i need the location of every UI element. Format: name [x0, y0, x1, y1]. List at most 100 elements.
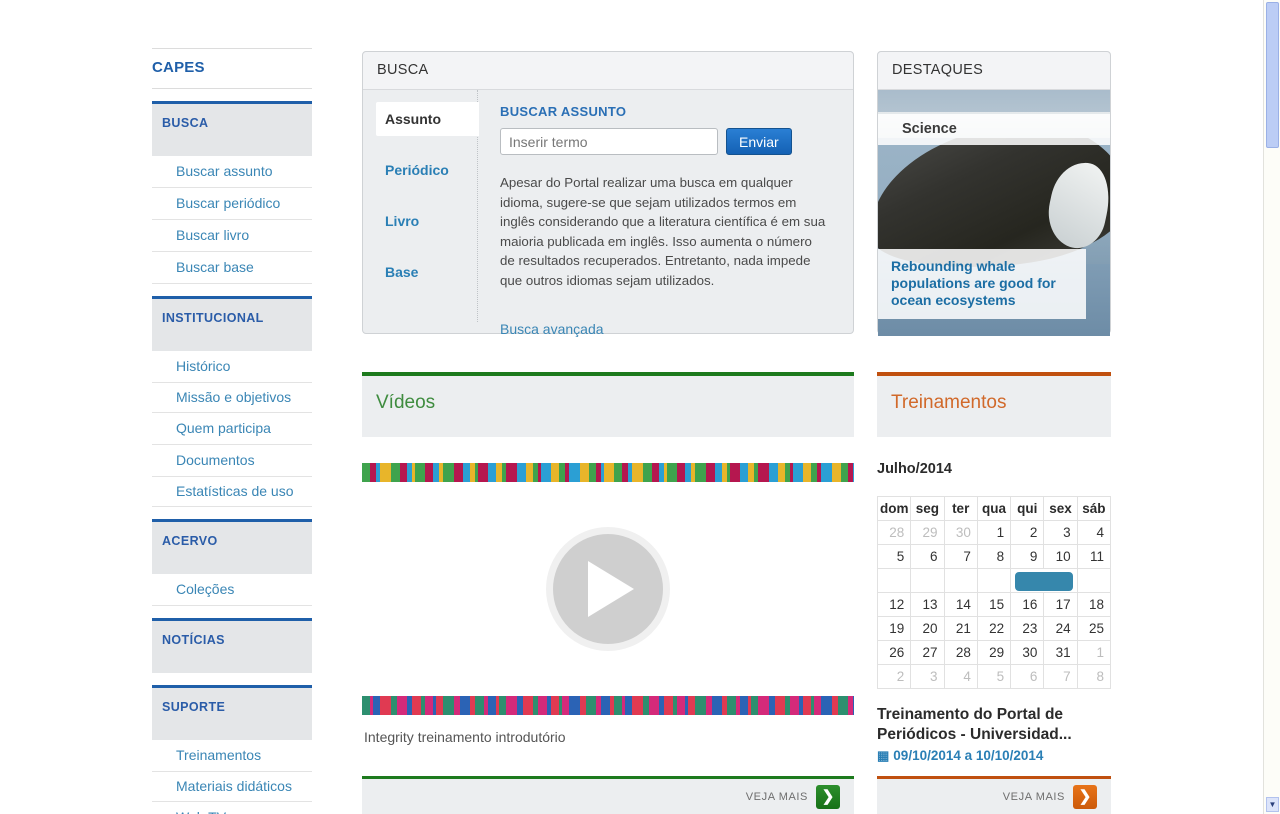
calendar-day[interactable]: 28 [876, 520, 912, 545]
calendar-day[interactable]: 3 [1043, 520, 1078, 545]
highlight-image[interactable]: Science Rebounding whale populations are… [878, 90, 1110, 336]
page-scrollbar[interactable]: ▼ [1263, 0, 1280, 814]
calendar-day[interactable]: 8 [1076, 664, 1112, 689]
calendar-day[interactable]: 4 [1076, 520, 1112, 545]
calendar-day[interactable]: 19 [876, 616, 912, 641]
sidebar-item-buscar-livro[interactable]: Buscar livro [152, 220, 312, 252]
calendar-day[interactable]: 16 [1010, 592, 1045, 617]
calendar-day[interactable]: 21 [943, 616, 978, 641]
stripe [853, 696, 854, 715]
calendar-day[interactable]: 31 [1043, 640, 1078, 665]
calendar-day[interactable]: 27 [910, 640, 945, 665]
video-player[interactable] [362, 463, 854, 715]
stripe [601, 696, 610, 715]
calendar-day[interactable]: 5 [876, 544, 912, 569]
training-event-title[interactable]: Treinamento do Portal de Periódicos - Un… [877, 705, 1111, 745]
stripe [523, 696, 533, 715]
calendar-weekday-seg: seg [910, 496, 945, 521]
stripe [569, 463, 580, 482]
calendar[interactable]: dom seg ter qua qui sex sáb 28 29 30 1 2 3 4 5 6 7 8 9 10 1… [876, 496, 1112, 689]
search-tab-base[interactable]: Base [363, 255, 477, 289]
calendar-day[interactable]: 17 [1043, 592, 1078, 617]
calendar-day[interactable]: 26 [876, 640, 912, 665]
scrollbar-thumb[interactable] [1266, 2, 1279, 148]
video-stage[interactable] [362, 482, 854, 696]
sidebar-group-header-notícias[interactable]: NOTÍCIAS [152, 618, 312, 673]
sidebar-item-web-tv[interactable]: Web TV [152, 802, 312, 814]
sidebar-item-cole-es[interactable]: Coleções [152, 574, 312, 606]
calendar-day[interactable]: 7 [1043, 664, 1078, 689]
calendar-day[interactable]: 29 [910, 520, 945, 545]
stripe [541, 463, 551, 482]
search-tab-assunto[interactable]: Assunto [376, 102, 479, 136]
calendar-day[interactable]: 24 [1043, 616, 1078, 641]
stripe [751, 696, 758, 715]
calendar-day[interactable]: 7 [943, 544, 978, 569]
calendar-day[interactable]: 2 [1010, 520, 1045, 545]
highlights-panel: DESTAQUES Science Rebounding whale popul… [877, 51, 1111, 336]
calendar-day[interactable]: 28 [943, 640, 978, 665]
calendar-day[interactable]: 1 [976, 520, 1012, 545]
calendar-day[interactable]: 5 [976, 664, 1012, 689]
sidebar-item-hist-rico[interactable]: Histórico [152, 351, 312, 383]
sidebar-group-header-suporte[interactable]: SUPORTE [152, 685, 312, 740]
submit-button[interactable]: Enviar [726, 128, 792, 155]
calendar-day[interactable]: 23 [1010, 616, 1045, 641]
trainings-footer[interactable]: VEJA MAIS ❯ [877, 776, 1111, 814]
advanced-search-link[interactable]: Busca avançada [500, 321, 604, 337]
search-input[interactable] [500, 128, 718, 155]
chevron-down-icon[interactable]: ▼ [1266, 797, 1279, 812]
calendar-day[interactable]: 1 [1076, 640, 1112, 665]
calendar-event-highlight[interactable] [1010, 568, 1078, 593]
calendar-day[interactable]: 4 [943, 664, 978, 689]
calendar-day[interactable]: 6 [910, 544, 945, 569]
calendar-day[interactable]: 25 [1076, 616, 1112, 641]
sidebar-group-header-institucional[interactable]: INSTITUCIONAL [152, 296, 312, 351]
stripe [478, 463, 488, 482]
calendar-day[interactable]: 18 [1076, 592, 1112, 617]
sidebar-item-estat-sticas-de-uso[interactable]: Estatísticas de uso [152, 477, 312, 507]
sidebar-group: SUPORTETreinamentosMateriais didáticosWe… [152, 685, 312, 814]
sidebar-item-materiais-did-ticos[interactable]: Materiais didáticos [152, 772, 312, 802]
calendar-day[interactable]: 9 [1010, 544, 1045, 569]
sidebar-item-quem-participa[interactable]: Quem participa [152, 413, 312, 445]
stripe [793, 463, 803, 482]
videos-footer[interactable]: VEJA MAIS ❯ [362, 776, 854, 814]
search-tab-livro[interactable]: Livro [363, 204, 477, 238]
chevron-right-icon[interactable]: ❯ [1073, 784, 1097, 809]
stripe [664, 696, 673, 715]
search-tab-periódico[interactable]: Periódico [363, 153, 477, 187]
calendar-day[interactable]: 11 [1076, 544, 1112, 569]
calendar-day[interactable]: 20 [910, 616, 945, 641]
calendar-day[interactable]: 10 [1043, 544, 1078, 569]
calendar-day[interactable]: 2 [876, 664, 912, 689]
calendar-day[interactable]: 12 [876, 592, 912, 617]
sidebar-item-buscar-base[interactable]: Buscar base [152, 252, 312, 284]
sidebar-item-buscar-peri-dico[interactable]: Buscar periódico [152, 188, 312, 220]
calendar-event-empty [976, 568, 1012, 593]
calendar-weekday-dom: dom [876, 496, 912, 521]
sidebar-group-header-busca[interactable]: BUSCA [152, 101, 312, 156]
chevron-right-icon[interactable]: ❯ [816, 784, 840, 809]
play-icon[interactable] [546, 527, 670, 651]
calendar-day[interactable]: 22 [976, 616, 1012, 641]
sidebar-item-miss-o-e-objetivos[interactable]: Missão e objetivos [152, 383, 312, 413]
stripe [821, 696, 832, 715]
calendar-day[interactable]: 14 [943, 592, 978, 617]
sidebar-item-treinamentos[interactable]: Treinamentos [152, 740, 312, 772]
sidebar-group-header-acervo[interactable]: ACERVO [152, 519, 312, 574]
calendar-day[interactable]: 13 [910, 592, 945, 617]
calendar-day[interactable]: 30 [1010, 640, 1045, 665]
stripe [667, 463, 677, 482]
calendar-event-empty [943, 568, 978, 593]
sidebar-item-buscar-assunto[interactable]: Buscar assunto [152, 156, 312, 188]
stripe [412, 696, 421, 715]
highlight-caption[interactable]: Rebounding whale populations are good fo… [878, 249, 1086, 319]
calendar-day[interactable]: 6 [1010, 664, 1045, 689]
calendar-day[interactable]: 15 [976, 592, 1012, 617]
calendar-day[interactable]: 29 [976, 640, 1012, 665]
sidebar-item-documentos[interactable]: Documentos [152, 445, 312, 477]
calendar-day[interactable]: 30 [943, 520, 978, 545]
calendar-day[interactable]: 3 [910, 664, 945, 689]
calendar-day[interactable]: 8 [976, 544, 1012, 569]
